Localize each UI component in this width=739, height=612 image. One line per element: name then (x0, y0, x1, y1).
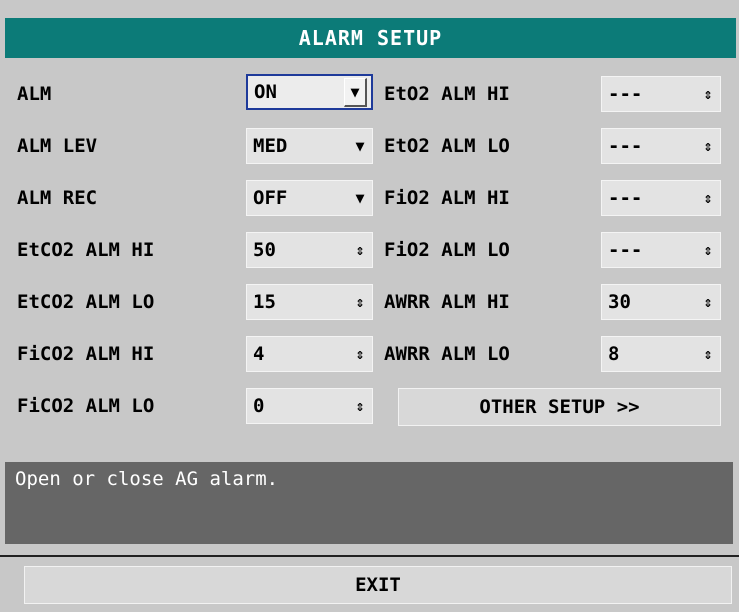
label-awrr-alm-hi: AWRR ALM HI (384, 291, 510, 313)
exit-button[interactable]: EXIT (24, 566, 732, 604)
spinner-arrows-icon: ⇕ (703, 293, 713, 311)
label-alm-rec: ALM REC (17, 187, 98, 209)
dropdown-arrow-icon: ▼ (355, 189, 365, 207)
spinner-arrows-icon: ⇕ (355, 241, 365, 259)
spinner-arrows-icon: ⇕ (355, 345, 365, 363)
dropdown-arrow-icon: ▼ (355, 137, 365, 155)
label-etco2-alm-lo: EtCO2 ALM LO (17, 291, 155, 313)
alm-rec-value: OFF (253, 187, 288, 209)
other-setup-button[interactable]: OTHER SETUP >> (398, 388, 721, 426)
alarm-setup-dialog: ALARM SETUP ALM ON ▼ ALM LEV MED ▼ ALM R… (0, 0, 739, 612)
spinner-arrows-icon: ⇕ (703, 241, 713, 259)
spinner-arrows-icon: ⇕ (703, 345, 713, 363)
spinner-arrows-icon: ⇕ (355, 397, 365, 415)
eto2-alm-lo-spinner[interactable]: --- ⇕ (601, 128, 721, 164)
alm-value: ON (254, 81, 277, 103)
label-fico2-alm-hi: FiCO2 ALM HI (17, 343, 155, 365)
etco2-alm-lo-value: 15 (253, 291, 276, 313)
eto2-alm-lo-value: --- (608, 135, 643, 157)
label-fio2-alm-hi: FiO2 ALM HI (384, 187, 510, 209)
alm-dropdown[interactable]: ON ▼ (246, 74, 373, 110)
alm-rec-dropdown[interactable]: OFF ▼ (246, 180, 373, 216)
spinner-arrows-icon: ⇕ (703, 85, 713, 103)
label-alm: ALM (17, 83, 52, 105)
fio2-alm-lo-value: --- (608, 239, 643, 261)
label-alm-lev: ALM LEV (17, 135, 98, 157)
fio2-alm-lo-spinner[interactable]: --- ⇕ (601, 232, 721, 268)
fico2-alm-hi-value: 4 (253, 343, 265, 365)
fico2-alm-lo-spinner[interactable]: 0 ⇕ (246, 388, 373, 424)
alm-lev-value: MED (253, 135, 288, 157)
awrr-alm-lo-value: 8 (608, 343, 620, 365)
awrr-alm-hi-value: 30 (608, 291, 631, 313)
dropdown-arrow-icon: ▼ (344, 77, 367, 107)
help-text: Open or close AG alarm. (5, 462, 733, 544)
etco2-alm-hi-spinner[interactable]: 50 ⇕ (246, 232, 373, 268)
label-eto2-alm-hi: EtO2 ALM HI (384, 83, 510, 105)
label-fio2-alm-lo: FiO2 ALM LO (384, 239, 510, 261)
eto2-alm-hi-value: --- (608, 83, 643, 105)
fico2-alm-lo-value: 0 (253, 395, 265, 417)
fio2-alm-hi-spinner[interactable]: --- ⇕ (601, 180, 721, 216)
label-etco2-alm-hi: EtCO2 ALM HI (17, 239, 155, 261)
etco2-alm-lo-spinner[interactable]: 15 ⇕ (246, 284, 373, 320)
spinner-arrows-icon: ⇕ (703, 137, 713, 155)
etco2-alm-hi-value: 50 (253, 239, 276, 261)
label-fico2-alm-lo: FiCO2 ALM LO (17, 395, 155, 417)
dialog-title: ALARM SETUP (5, 18, 736, 58)
label-eto2-alm-lo: EtO2 ALM LO (384, 135, 510, 157)
spinner-arrows-icon: ⇕ (355, 293, 365, 311)
fio2-alm-hi-value: --- (608, 187, 643, 209)
spinner-arrows-icon: ⇕ (703, 189, 713, 207)
alm-lev-dropdown[interactable]: MED ▼ (246, 128, 373, 164)
fico2-alm-hi-spinner[interactable]: 4 ⇕ (246, 336, 373, 372)
awrr-alm-lo-spinner[interactable]: 8 ⇕ (601, 336, 721, 372)
eto2-alm-hi-spinner[interactable]: --- ⇕ (601, 76, 721, 112)
label-awrr-alm-lo: AWRR ALM LO (384, 343, 510, 365)
awrr-alm-hi-spinner[interactable]: 30 ⇕ (601, 284, 721, 320)
